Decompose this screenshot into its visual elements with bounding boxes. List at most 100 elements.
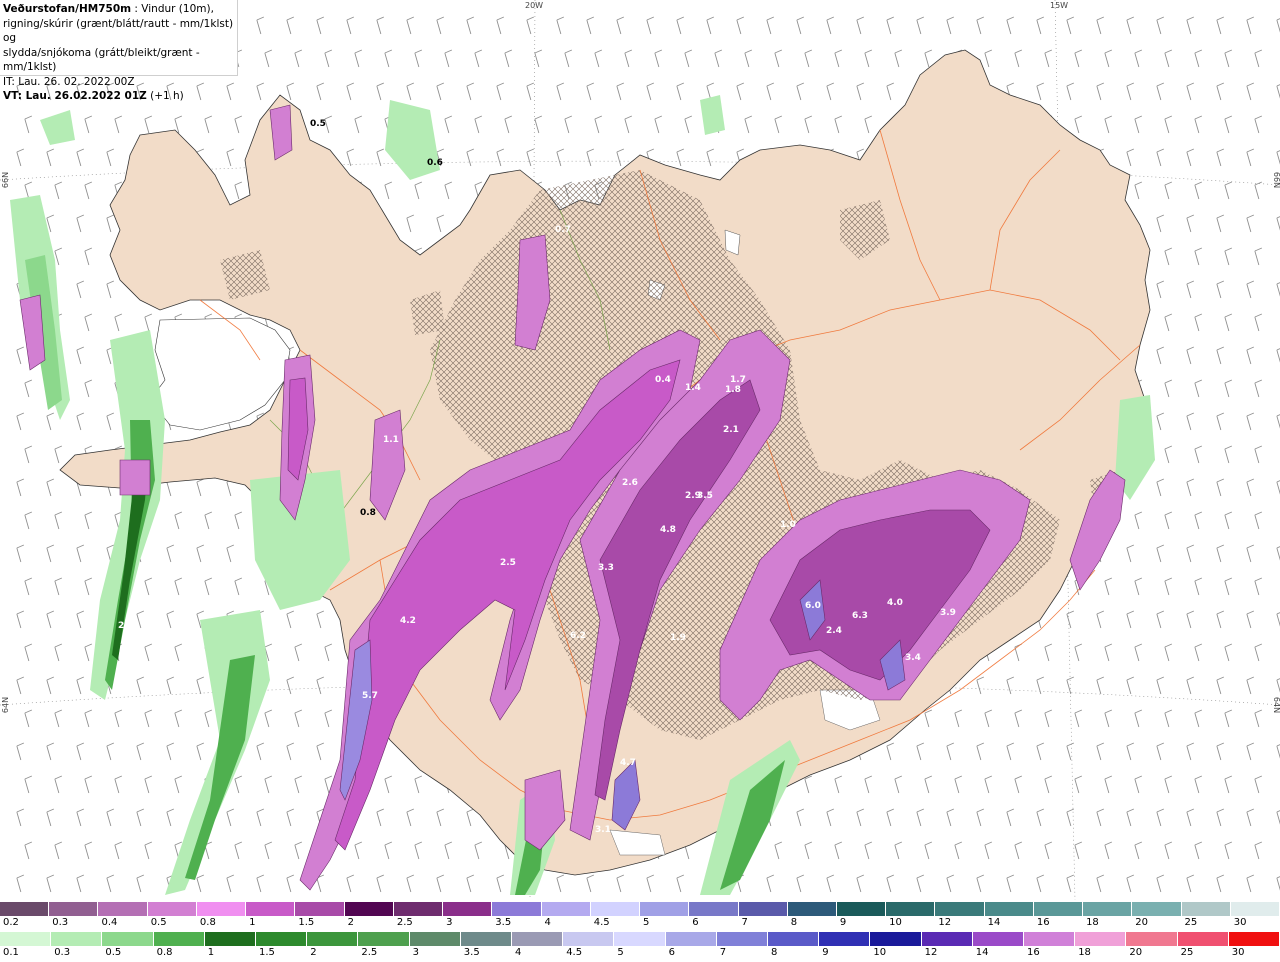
wind-barb: [1066, 610, 1075, 629]
precip-value-label: 0.6: [427, 158, 443, 168]
wind-barb: [46, 610, 55, 629]
wind-barb: [46, 148, 55, 167]
wind-barb: [204, 511, 213, 530]
wind-barb: [436, 874, 445, 893]
legend-label: 0.5: [105, 947, 122, 958]
wind-barb: [886, 82, 895, 101]
wind-barb: [136, 874, 145, 893]
wind-barb: [1006, 742, 1015, 761]
wind-barb: [84, 379, 93, 398]
legend-swatch: [295, 902, 345, 916]
wind-barb: [1254, 247, 1263, 266]
wind-barb: [774, 49, 783, 68]
wind-barb: [196, 676, 205, 695]
wind-barb: [1224, 247, 1233, 266]
wind-barb: [84, 577, 93, 596]
wind-barb: [1246, 214, 1255, 233]
wind-barb: [916, 874, 925, 893]
wind-barb: [736, 82, 745, 101]
wind-barb: [256, 742, 265, 761]
wind-barb: [774, 841, 783, 860]
wind-barb: [856, 16, 865, 35]
wind-barb: [166, 742, 175, 761]
legend-label: 1: [207, 947, 215, 958]
wind-barb: [24, 181, 33, 200]
wind-barb: [534, 115, 543, 134]
wind-barb: [346, 148, 355, 167]
wind-barb: [1246, 148, 1255, 167]
wind-barb: [84, 511, 93, 530]
wind-barb: [1186, 676, 1195, 695]
wind-barb: [406, 214, 415, 233]
wind-barb: [376, 874, 385, 893]
wind-barb: [504, 49, 513, 68]
wind-barb: [384, 841, 393, 860]
wind-barb: [1254, 841, 1263, 860]
wind-barb: [24, 775, 33, 794]
wind-barb: [316, 610, 325, 629]
wind-barb: [676, 148, 685, 167]
wind-barb: [744, 115, 753, 134]
wind-barb: [474, 841, 483, 860]
wind-barb: [76, 214, 85, 233]
wind-barb: [316, 742, 325, 761]
wind-barb: [886, 742, 895, 761]
wind-barb: [594, 115, 603, 134]
legend-swatch: [102, 932, 154, 946]
wind-barb: [1164, 775, 1173, 794]
legend-snow: 0.2 0.3 0.4 0.5 0.8 1 1.5 2 2.5 3 3.5 4 4.5 5 6 7 8 9 10 12…: [0, 902, 1280, 932]
wind-barb: [984, 775, 993, 794]
wind-barb: [1194, 379, 1203, 398]
wind-barb: [856, 808, 865, 827]
wind-barb: [1156, 148, 1165, 167]
wind-barb: [106, 808, 115, 827]
header-desc1: : Vindur (10m),: [131, 3, 214, 15]
legend-rain-labels: 0.1 0.3 0.5 0.8 1 1.5 2 2.5 3 3.5 4 4.5 5 6 7 8 9 10 12 14 1…: [0, 946, 1280, 960]
legend-label: 0.5: [150, 917, 167, 928]
wind-barb: [496, 874, 505, 893]
wind-barb: [1254, 775, 1263, 794]
legend-label: 25: [1180, 947, 1194, 958]
wind-barb: [1216, 280, 1225, 299]
wind-barb: [1246, 610, 1255, 629]
precip-value-label: 6.0: [805, 601, 821, 611]
wind-barb: [84, 181, 93, 200]
lon-label-20w: 20W: [525, 1, 543, 10]
wind-barb: [1156, 544, 1165, 563]
header-init-time: IT: Lau. 26. 02. 2022 00Z: [3, 75, 135, 88]
wind-barb: [1216, 346, 1225, 365]
legend-label: 5: [617, 947, 624, 958]
wind-barb: [1246, 742, 1255, 761]
wind-barb: [406, 874, 415, 893]
legend-swatch: [204, 932, 257, 946]
legend-label: 30: [1233, 917, 1247, 928]
wind-barb: [196, 874, 205, 893]
wind-barb: [286, 610, 295, 629]
wind-barb: [316, 82, 325, 101]
wind-barb: [1044, 841, 1053, 860]
legend-swatch: [98, 902, 148, 916]
wind-barb: [1156, 478, 1165, 497]
wind-barb: [1224, 379, 1233, 398]
wind-barb: [46, 808, 55, 827]
wind-barb: [54, 577, 63, 596]
wind-barb: [46, 478, 55, 497]
legend-swatch: [246, 902, 296, 916]
wind-barb: [1104, 775, 1113, 794]
wind-barb: [1216, 874, 1225, 893]
legend-label: 14: [975, 947, 989, 958]
legend-swatch: [0, 932, 52, 946]
wind-barb: [804, 775, 813, 794]
wind-barb: [76, 412, 85, 431]
wind-barb: [1066, 82, 1075, 101]
wind-barb: [1074, 841, 1083, 860]
wind-barb: [766, 82, 775, 101]
wind-barb: [1074, 775, 1083, 794]
legend-swatch: [870, 932, 922, 946]
precip-value-label: 1.8: [725, 385, 741, 395]
wind-barb: [676, 82, 685, 101]
wind-barb: [1006, 16, 1015, 35]
wind-barb: [1254, 511, 1263, 530]
legend-label: 0.8: [199, 917, 216, 928]
wind-barb: [1036, 874, 1045, 893]
